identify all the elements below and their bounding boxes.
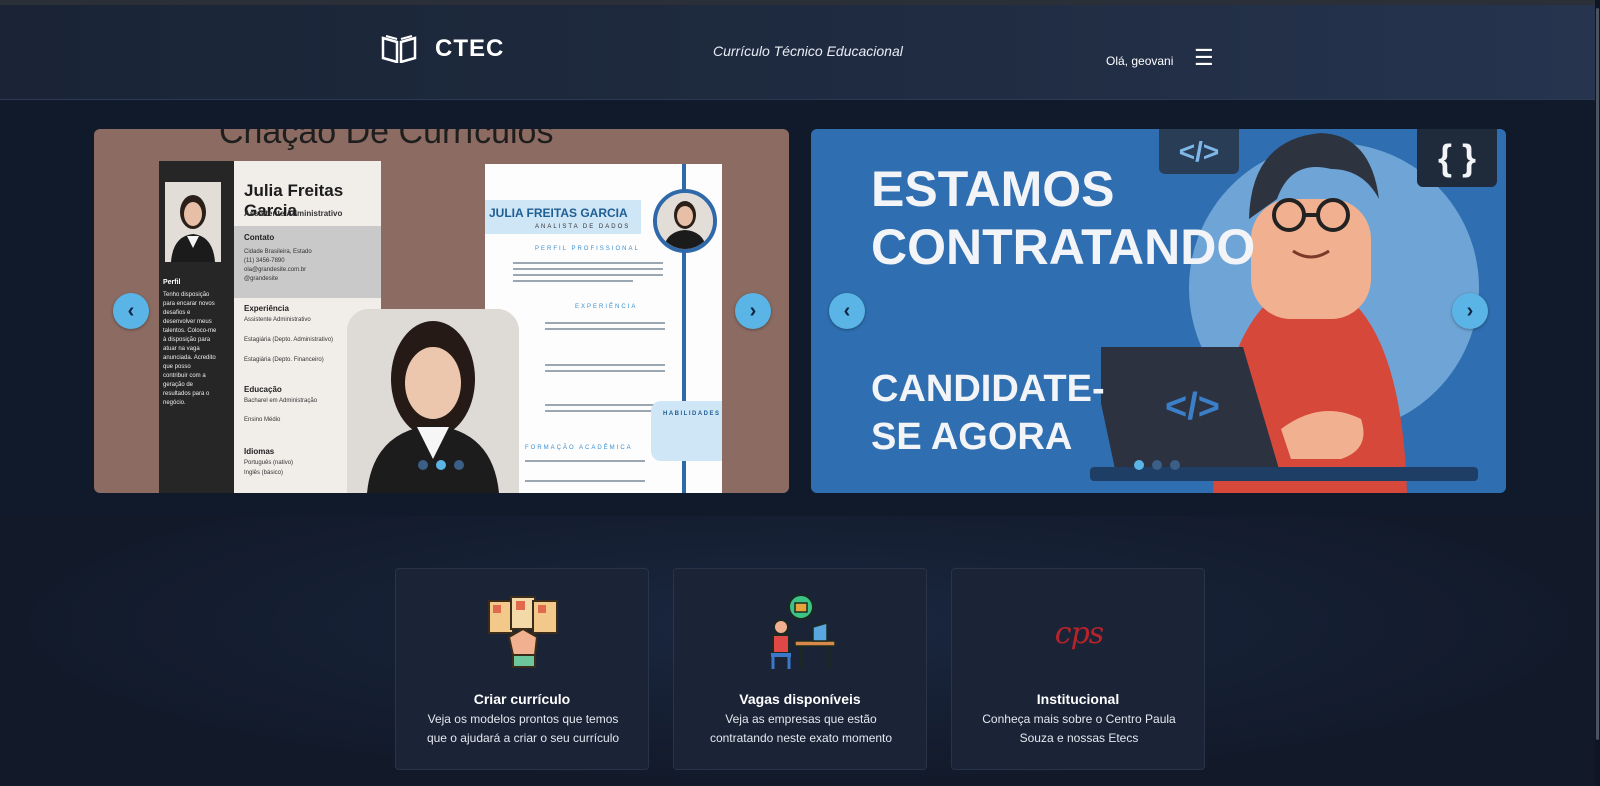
resume-experience-line: Estagiária (Depto. Financeiro) bbox=[244, 357, 324, 363]
card-institutional[interactable]: cps Institucional Conheça mais sobre o C… bbox=[951, 568, 1205, 770]
resume-contact-line: (11) 3456-7890 bbox=[244, 258, 285, 264]
user-greeting: Olá, geovani bbox=[1106, 54, 1174, 68]
resume-languages-title: Idiomas bbox=[244, 447, 275, 456]
carousel-prev-button[interactable]: ‹ bbox=[829, 293, 865, 329]
resume-carousel: Criação De Currículos Julia Freitas Garc… bbox=[94, 129, 789, 493]
resume2-photo bbox=[653, 189, 717, 253]
resume-experience-line: Estagiária (Depto. Administrativo) bbox=[244, 337, 334, 343]
hiring-cta-text: CANDIDATE-SE AGORA bbox=[871, 368, 1105, 458]
resume2-text-line bbox=[545, 328, 665, 330]
card-create-resume[interactable]: Criar currículo Veja os modelos prontos … bbox=[395, 568, 649, 770]
card-title: Vagas disponíveis bbox=[739, 691, 861, 707]
resume2-role: ANALISTA DE DADOS bbox=[535, 224, 631, 230]
resume2-text-line bbox=[525, 480, 645, 482]
carousel-slide-title: Criação De Currículos bbox=[219, 129, 554, 151]
open-book-icon bbox=[381, 35, 417, 63]
app-name: CTEC bbox=[435, 35, 505, 62]
resume2-text-line bbox=[513, 274, 663, 276]
hiring-carousel: </> { } </> ESTAMOS CONTRATANDO CANDIDAT… bbox=[811, 129, 1506, 493]
scrollbar-thumb[interactable] bbox=[1596, 8, 1599, 740]
resume2-text-line bbox=[545, 370, 665, 372]
resume-education-title: Educação bbox=[244, 385, 282, 394]
resume-hand-icon bbox=[488, 596, 558, 668]
resume2-text-line bbox=[513, 268, 663, 270]
hiring-headline: ESTAMOS CONTRATANDO bbox=[871, 161, 1256, 275]
resume2-text-line bbox=[545, 404, 665, 406]
resume2-skills-block bbox=[651, 401, 722, 461]
carousel-dot-active[interactable] bbox=[1134, 460, 1144, 470]
resume-education-line: Bacharel em Administração bbox=[244, 398, 318, 404]
resume-contact-title: Contato bbox=[244, 233, 275, 242]
resume-role: Assistente Administrativo bbox=[244, 209, 343, 218]
carousel-prev-button[interactable]: ‹ bbox=[113, 293, 149, 329]
resume-contact-line: Cidade Brasileira, Estado bbox=[244, 249, 312, 255]
resume2-text-line bbox=[525, 460, 645, 462]
resume2-profile-title: PERFIL PROFISSIONAL bbox=[535, 246, 640, 252]
resume2-name: JULIA FREITAS GARCIA bbox=[489, 206, 628, 220]
resume-contact-line: ola@grandesite.com.br bbox=[244, 267, 307, 273]
carousel-next-button[interactable]: › bbox=[1452, 293, 1488, 329]
carousel-dots bbox=[1134, 460, 1180, 470]
hamburger-icon[interactable]: ☰ bbox=[1194, 45, 1214, 71]
resume-language-line: Português (nativo) bbox=[244, 460, 294, 466]
resume-photo bbox=[165, 182, 221, 262]
site-logo[interactable]: CTEC bbox=[381, 35, 504, 63]
card-description: Veja os modelos prontos que temos que o … bbox=[426, 712, 620, 745]
svg-text:</>: </> bbox=[1165, 386, 1220, 428]
resume-contact-block: Contato Cidade Brasileira, Estado (11) 3… bbox=[234, 226, 381, 298]
resume-contact-line: @grandesite bbox=[244, 276, 279, 282]
resume2-experience-title: EXPERIÊNCIA bbox=[575, 304, 638, 310]
resume2-education-title: FORMAÇÃO ACADÊMICA bbox=[525, 445, 633, 451]
resume2-text-line bbox=[545, 364, 665, 366]
resume-language-line: Inglês (básico) bbox=[244, 470, 284, 476]
resume-experience-line: Assistente Administrativo bbox=[244, 317, 311, 323]
carousel-dot[interactable] bbox=[454, 460, 464, 470]
job-desk-icon bbox=[771, 594, 836, 669]
cps-logo-icon: cps bbox=[1054, 615, 1104, 651]
resume2-text-line bbox=[545, 322, 665, 324]
resume2-text-line bbox=[513, 262, 663, 264]
carousel-dot[interactable] bbox=[1170, 460, 1180, 470]
card-title: Institucional bbox=[1036, 691, 1120, 707]
carousel-dot[interactable] bbox=[1152, 460, 1162, 470]
carousel-dot[interactable] bbox=[418, 460, 428, 470]
carousel-dot-active[interactable] bbox=[436, 460, 446, 470]
carousel-next-button[interactable]: › bbox=[735, 293, 771, 329]
resume-education-line: Ensino Médio bbox=[244, 417, 281, 423]
resume-profile-text: Tenho disposição para encarar novos desa… bbox=[163, 292, 217, 406]
site-tagline: Currículo Técnico Educacional bbox=[713, 43, 903, 59]
card-title: Criar currículo bbox=[473, 691, 571, 707]
site-header: CTEC Currículo Técnico Educacional Olá, … bbox=[0, 5, 1600, 100]
card-description: Veja as empresas que estão contratando n… bbox=[709, 712, 893, 745]
resume-profile-title: Perfil bbox=[163, 279, 181, 286]
resume2-skills-title: HABILIDADES bbox=[663, 411, 721, 417]
card-description: Conheça mais sobre o Centro Paula Souza … bbox=[982, 712, 1176, 745]
page-scrollbar[interactable] bbox=[1595, 0, 1600, 786]
resume-experience-title: Experiência bbox=[244, 304, 289, 313]
resume-template-2: JULIA FREITAS GARCIA ANALISTA DE DADOS P… bbox=[485, 164, 722, 493]
card-available-jobs[interactable]: Vagas disponíveis Veja as empresas que e… bbox=[673, 568, 927, 770]
resume2-text-line bbox=[545, 410, 665, 412]
carousel-dots bbox=[418, 460, 464, 470]
resume2-text-line bbox=[513, 280, 633, 282]
